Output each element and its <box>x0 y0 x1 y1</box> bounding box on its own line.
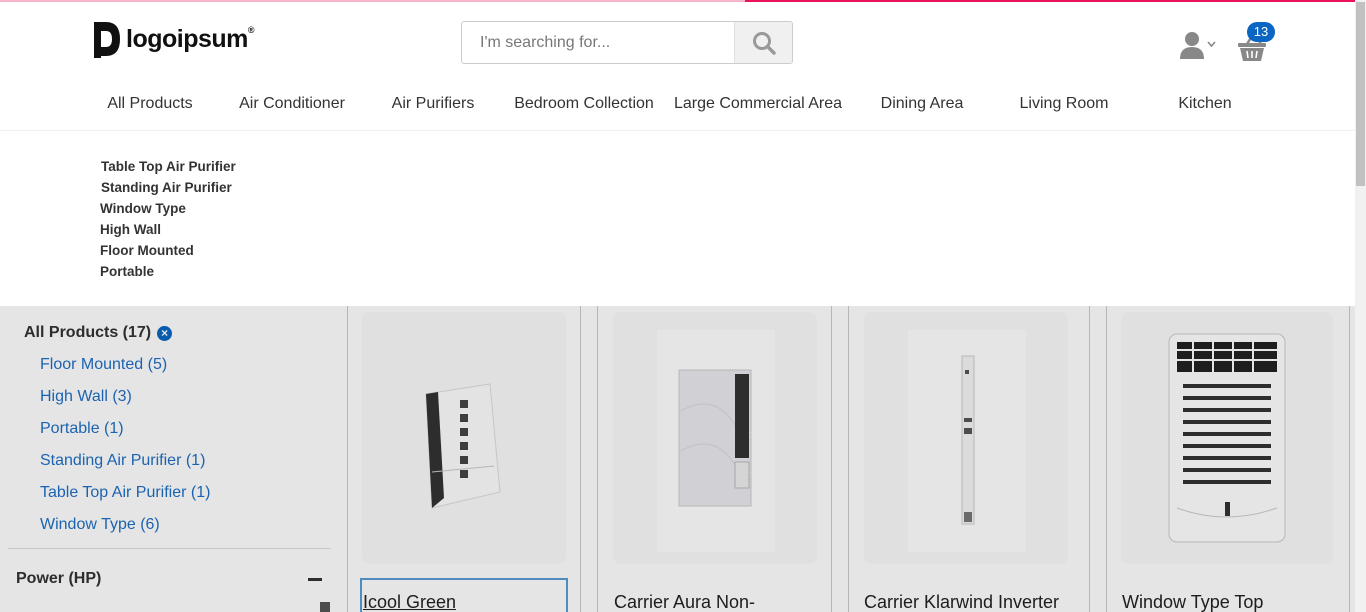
nav-item-air-conditioner[interactable]: Air Conditioner <box>239 95 345 113</box>
divider <box>1349 306 1350 612</box>
divider <box>8 548 331 549</box>
product-title[interactable]: Carrier Aura Non- <box>614 592 755 612</box>
filter-option-window-type[interactable]: Window Type (6) <box>40 516 160 534</box>
logo-mark-icon <box>94 22 120 58</box>
nav-item-living-room[interactable]: Living Room <box>1020 95 1109 113</box>
filter-option-portable[interactable]: Portable (1) <box>40 420 124 438</box>
filter-sidebar: All Products (17) × Floor Mounted (5) Hi… <box>0 306 340 612</box>
search-button[interactable] <box>734 22 792 63</box>
nav-item-air-purifiers[interactable]: Air Purifiers <box>392 95 475 113</box>
logo[interactable]: logoipsum® <box>92 20 255 58</box>
close-circle-icon[interactable]: × <box>157 325 173 341</box>
air-conditioner-image <box>657 330 775 552</box>
product-card[interactable]: Icool Green <box>362 312 566 612</box>
divider <box>597 306 598 612</box>
dropdown-item-table-top-air-purifier[interactable]: Table Top Air Purifier <box>101 159 236 174</box>
filter-group-power-title[interactable]: Power (HP) <box>16 570 101 588</box>
divider <box>1089 306 1090 612</box>
filter-option-floor-mounted[interactable]: Floor Mounted (5) <box>40 356 167 374</box>
dropdown-item-floor-mounted[interactable]: Floor Mounted <box>100 243 194 258</box>
air-conditioner-image <box>908 330 1026 552</box>
filter-option-table-top-air-purifier[interactable]: Table Top Air Purifier (1) <box>40 484 210 502</box>
dropdown-item-high-wall[interactable]: High Wall <box>100 222 161 237</box>
nav-dropdown-menu: Table Top Air Purifier Standing Air Puri… <box>0 130 1355 306</box>
search-input[interactable] <box>462 22 734 63</box>
product-image[interactable] <box>1121 312 1333 564</box>
focus-outline <box>360 578 568 612</box>
nav-item-kitchen[interactable]: Kitchen <box>1178 95 1231 113</box>
page-load-progress <box>0 0 1355 2</box>
dropdown-item-standing-air-purifier[interactable]: Standing Air Purifier <box>101 180 232 195</box>
product-title[interactable]: Carrier Klarwind Inverter <box>864 592 1059 612</box>
search-icon <box>752 31 776 55</box>
divider <box>580 306 581 612</box>
filter-all-products[interactable]: All Products (17) × <box>24 324 173 342</box>
air-conditioner-image <box>425 383 501 509</box>
progress-fill <box>745 0 1355 2</box>
logo-text: logoipsum® <box>126 24 255 53</box>
product-title[interactable]: Window Type Top <box>1122 592 1263 612</box>
product-image[interactable] <box>613 312 817 564</box>
divider <box>848 306 849 612</box>
nav-item-large-commercial-area[interactable]: Large Commercial Area <box>674 95 842 113</box>
divider <box>347 306 348 612</box>
account-menu[interactable] <box>1179 31 1216 59</box>
user-icon <box>1180 32 1204 59</box>
filter-option-high-wall[interactable]: High Wall (3) <box>40 388 132 406</box>
product-card[interactable]: Window Type Top <box>1121 312 1333 612</box>
nav-item-all-products[interactable]: All Products <box>107 95 192 113</box>
main-nav: All Products Air Conditioner Air Purifie… <box>0 84 1355 124</box>
site-header: logoipsum® I'm searching for... 13 All P… <box>0 0 1355 130</box>
cart-button[interactable]: 13 <box>1237 22 1279 62</box>
nav-item-bedroom-collection[interactable]: Bedroom Collection <box>514 95 654 113</box>
air-conditioner-image <box>1168 333 1286 543</box>
nav-item-dining-area[interactable]: Dining Area <box>881 95 964 113</box>
scrollbar-thumb[interactable] <box>1356 2 1365 186</box>
divider <box>831 306 832 612</box>
page: logoipsum® I'm searching for... 13 All P… <box>0 0 1366 612</box>
product-image[interactable] <box>362 312 566 564</box>
chevron-down-icon <box>1207 41 1216 48</box>
filter-option-standing-air-purifier[interactable]: Standing Air Purifier (1) <box>40 452 205 470</box>
divider <box>1106 306 1107 612</box>
product-image[interactable] <box>864 312 1068 564</box>
product-card[interactable]: Carrier Klarwind Inverter <box>864 312 1068 612</box>
minus-icon[interactable] <box>308 578 322 581</box>
cart-count-badge: 13 <box>1247 22 1275 42</box>
page-scrollbar[interactable] <box>1355 0 1366 612</box>
product-listing: All Products (17) × Floor Mounted (5) Hi… <box>0 306 1355 612</box>
product-card[interactable]: Carrier Aura Non- <box>613 312 817 612</box>
dropdown-item-portable[interactable]: Portable <box>100 264 154 279</box>
search-bar <box>461 21 793 64</box>
dropdown-item-window-type[interactable]: Window Type <box>100 201 186 216</box>
sidebar-scrollbar[interactable] <box>320 602 330 612</box>
